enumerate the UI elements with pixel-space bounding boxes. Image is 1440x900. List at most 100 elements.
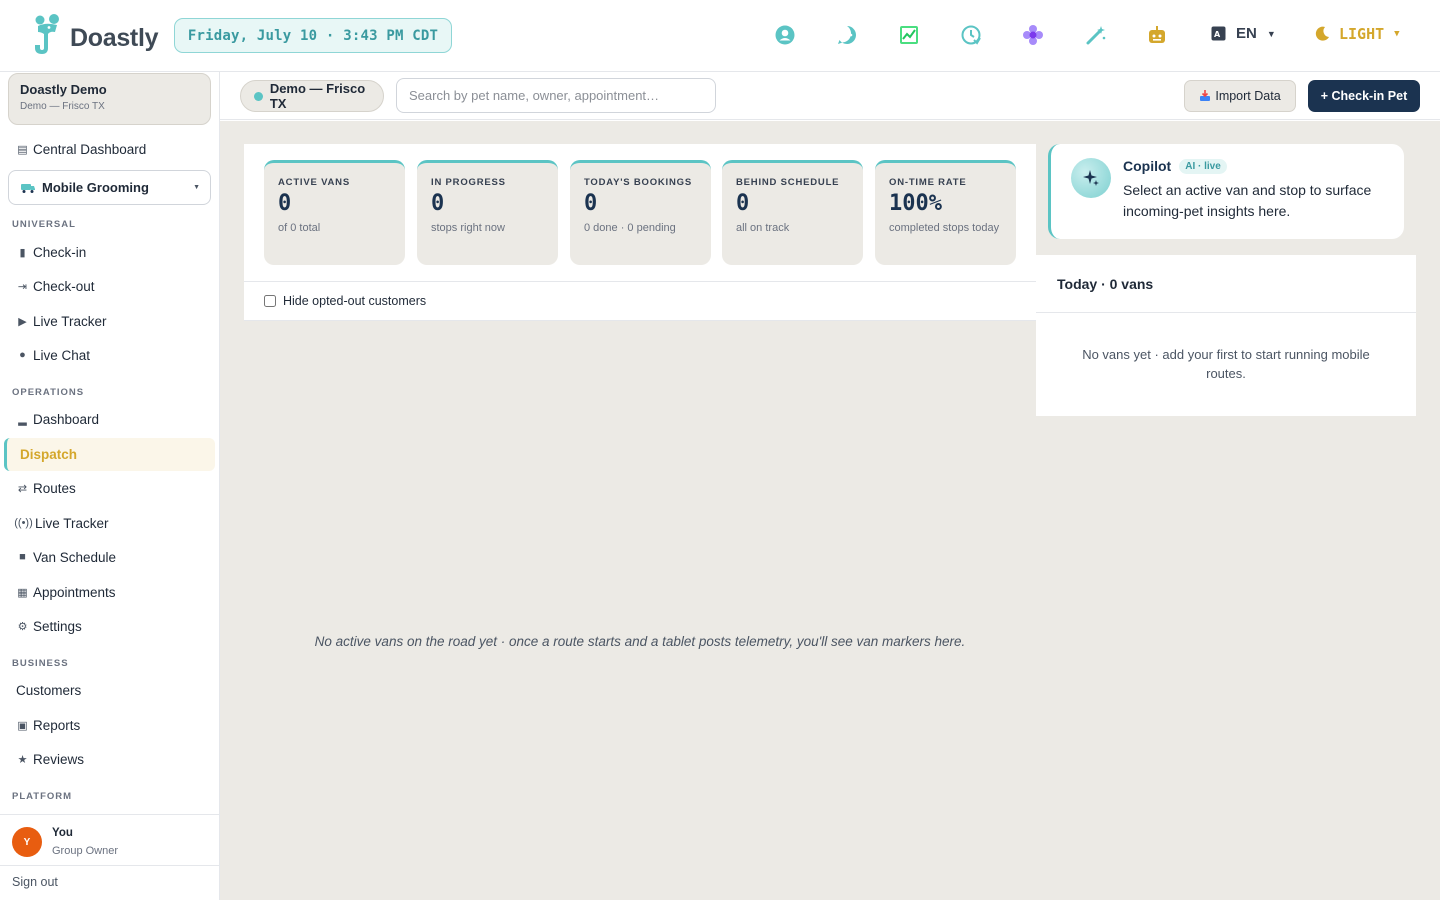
sidebar-item-appointments[interactable]: ▦ Appointments <box>16 581 116 603</box>
stat-sub: of 0 total <box>278 222 321 234</box>
dispatch-panel: ACTIVE VANS 0 of 0 total IN PROGRESS 0 s… <box>244 144 1036 900</box>
stat-value: 0 <box>431 191 445 216</box>
copilot-card: Copilot AI · live Select an active van a… <box>1048 144 1404 239</box>
sidebar-item-label: Routes <box>33 480 76 496</box>
sidebar-item-label: Dispatch <box>20 447 78 462</box>
sidebar-item-reports[interactable]: ▣ Reports <box>16 714 80 736</box>
stat-sub: 0 done · 0 pending <box>584 222 676 234</box>
tenant-name: Doastly Demo <box>20 82 107 97</box>
user-profile[interactable]: Y You Group Owner <box>0 814 219 866</box>
stat-card-behind-schedule: BEHIND SCHEDULE 0 all on track <box>722 160 863 265</box>
stat-value: 0 <box>736 191 750 216</box>
sidebar-item-live-tracker[interactable]: ▶ Live Tracker <box>16 310 107 332</box>
map-empty-message: No active vans on the road yet · once a … <box>314 634 966 649</box>
svg-text:A: A <box>1214 30 1221 39</box>
sidebar-item-label: Reports <box>33 717 81 733</box>
van-icon <box>21 183 35 193</box>
location-selector[interactable]: Demo — Frisco TX <box>240 80 384 112</box>
top-bar: Doastly Friday, July 10 · 3:43 PM CDT A … <box>0 0 1440 72</box>
hide-opted-out-filter[interactable]: Hide opted-out customers <box>244 281 1036 321</box>
sidebar-item-label: Appointments <box>33 584 116 600</box>
dashboard-icon: ▤ <box>17 143 28 156</box>
sidebar-item-reviews[interactable]: ★ Reviews <box>16 748 84 770</box>
check-in-pet-button[interactable]: + Check-in Pet <box>1308 80 1420 112</box>
sidebar-item-label: Customers <box>16 682 82 698</box>
todays-vans-panel: Today · 0 vans No vans yet · add your fi… <box>1036 255 1416 416</box>
sidebar-item-central-dashboard[interactable]: ▤ Central Dashboard <box>16 138 146 160</box>
chevron-down-icon: ▼ <box>1394 29 1400 39</box>
sidebar-item-dashboard[interactable]: ▂ Dashboard <box>16 408 99 430</box>
clock-icon[interactable] <box>958 22 984 48</box>
sidebar-item-check-out[interactable]: ⇥ Check-out <box>16 275 95 297</box>
sidebar-item-dispatch[interactable]: Dispatch <box>4 438 215 471</box>
calendar-icon: ▦ <box>17 586 28 599</box>
dog-logo-icon <box>30 14 66 63</box>
sidebar-item-check-in[interactable]: ▮ Check-in <box>16 241 86 263</box>
sparkle-icon <box>1071 158 1111 198</box>
sidebar-item-van-schedule[interactable]: ■ Van Schedule <box>16 546 116 568</box>
sidebar-item-label: Check-in <box>33 244 87 260</box>
chat-icon[interactable] <box>834 22 860 48</box>
chart-icon[interactable] <box>896 22 922 48</box>
stat-label: TODAY'S BOOKINGS <box>584 177 692 188</box>
sidebar-item-live-tracker-ops[interactable]: ((•)) Live Tracker <box>14 512 109 534</box>
stat-label: IN PROGRESS <box>431 177 506 188</box>
support-icon[interactable] <box>772 22 798 48</box>
avatar: Y <box>12 827 42 857</box>
logout-icon: ⇥ <box>17 280 28 293</box>
hide-opted-out-label: Hide opted-out customers <box>283 294 427 308</box>
language-label: EN <box>1236 25 1257 42</box>
section-platform: PLATFORM <box>12 791 73 802</box>
sidebar-item-routes[interactable]: ⇄ Routes <box>16 477 76 499</box>
section-operations: OPERATIONS <box>12 387 85 398</box>
flower-icon[interactable] <box>1020 22 1046 48</box>
section-universal: UNIVERSAL <box>12 219 76 230</box>
tenant-switcher[interactable]: Doastly Demo Demo — Frisco TX <box>8 73 211 125</box>
magic-wand-icon[interactable] <box>1083 22 1109 48</box>
sign-out-link[interactable]: Sign out <box>12 875 58 889</box>
stat-label: ACTIVE VANS <box>278 177 350 188</box>
van-map[interactable]: No active vans on the road yet · once a … <box>244 321 1036 900</box>
stat-card-active-vans: ACTIVE VANS 0 of 0 total <box>264 160 405 265</box>
robot-icon[interactable] <box>1144 22 1170 48</box>
datetime-display: Friday, July 10 · 3:43 PM CDT <box>174 18 452 53</box>
clipboard-icon: ▮ <box>19 246 26 259</box>
sidebar-item-label: Check-out <box>33 278 95 294</box>
copilot-message: Select an active van and stop to surface… <box>1123 182 1372 219</box>
user-role: Group Owner <box>52 845 119 857</box>
stat-card-in-progress: IN PROGRESS 0 stops right now <box>417 160 558 265</box>
module-label: Mobile Grooming <box>42 180 149 195</box>
hide-opted-out-checkbox[interactable] <box>264 295 276 307</box>
sidebar-item-label: Van Schedule <box>33 549 117 565</box>
image-icon: ▣ <box>17 719 28 732</box>
import-icon <box>1199 90 1211 102</box>
user-name: You <box>52 827 73 839</box>
language-selector[interactable]: A EN ▼ <box>1211 25 1276 42</box>
sidebar: Doastly Demo Demo — Frisco TX ▤ Central … <box>0 72 220 900</box>
broadcast-icon: ((•)) <box>14 517 33 529</box>
vans-empty-message: No vans yet · add your first to start ru… <box>1082 347 1370 381</box>
theme-selector[interactable]: LIGHT ▼ <box>1314 25 1400 43</box>
stat-label: ON-TIME RATE <box>889 177 967 188</box>
gear-icon: ⚙ <box>17 620 28 633</box>
stat-label: BEHIND SCHEDULE <box>736 177 840 188</box>
sidebar-item-label: Reviews <box>33 751 85 767</box>
van-icon: ■ <box>19 551 26 563</box>
stat-value: 0 <box>584 191 598 216</box>
sidebar-item-settings[interactable]: ⚙ Settings <box>16 615 82 637</box>
stat-card-todays-bookings: TODAY'S BOOKINGS 0 0 done · 0 pending <box>570 160 711 265</box>
sidebar-item-live-chat[interactable]: ● Live Chat <box>16 344 90 366</box>
import-data-button[interactable]: Import Data <box>1184 80 1296 112</box>
module-select[interactable]: Mobile Grooming ▼ <box>8 170 211 205</box>
search-input[interactable] <box>396 78 716 113</box>
sidebar-item-customers[interactable]: Customers <box>16 679 81 701</box>
stat-sub: all on track <box>736 222 790 234</box>
import-data-label: Import Data <box>1215 89 1281 103</box>
sidebar-item-label: Live Tracker <box>33 313 107 329</box>
tenant-location: Demo — Frisco TX <box>20 101 105 112</box>
sidebar-item-label: Live Tracker <box>35 515 109 531</box>
stat-card-on-time-rate: ON-TIME RATE 100% completed stops today <box>875 160 1016 265</box>
video-icon: ▶ <box>18 315 27 328</box>
app-logo[interactable]: Doastly <box>30 14 159 63</box>
route-icon: ⇄ <box>17 482 28 495</box>
